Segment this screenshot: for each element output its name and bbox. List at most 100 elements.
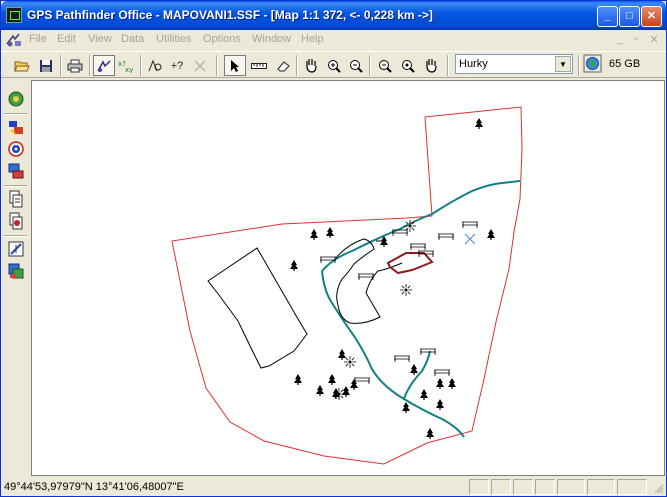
zoom-extent-icon[interactable] bbox=[397, 55, 419, 76]
report-icon[interactable] bbox=[6, 261, 26, 281]
tree-icon bbox=[426, 428, 434, 439]
tree-icon bbox=[326, 227, 334, 238]
mdi-close-button[interactable]: ✕ bbox=[647, 33, 661, 46]
left-toolbar bbox=[1, 81, 30, 476]
status-pane bbox=[469, 479, 489, 495]
select-arrow-icon[interactable] bbox=[224, 55, 246, 76]
tree-icon bbox=[338, 349, 346, 360]
title-bar[interactable]: GPS Pathfinder Office - MAPOVANI1.SSF - … bbox=[1, 1, 666, 30]
status-pane bbox=[535, 479, 555, 495]
close-button[interactable]: ✕ bbox=[641, 6, 662, 27]
eraser-icon[interactable] bbox=[272, 55, 294, 76]
open-icon[interactable] bbox=[11, 55, 33, 76]
pan-hand-alt-icon[interactable] bbox=[421, 55, 443, 76]
menu-bar: File Edit View Data Utilities Options Wi… bbox=[1, 30, 666, 50]
pan-hand-icon[interactable] bbox=[300, 55, 322, 76]
data-transfer-icon[interactable] bbox=[6, 117, 26, 137]
zoom-previous-icon[interactable] bbox=[374, 55, 396, 76]
status-pane bbox=[491, 479, 511, 495]
chevron-down-icon[interactable]: ▼ bbox=[555, 56, 571, 72]
bench-icon bbox=[319, 256, 337, 264]
target-icon[interactable] bbox=[6, 139, 26, 159]
add-point-icon[interactable]: +? bbox=[166, 55, 188, 76]
menu-file[interactable]: File bbox=[29, 33, 47, 45]
document-icon[interactable] bbox=[5, 32, 23, 48]
convert-icon[interactable] bbox=[6, 211, 26, 231]
search-icon[interactable] bbox=[144, 55, 166, 76]
zoom-out-icon[interactable] bbox=[345, 55, 367, 76]
measure-icon[interactable] bbox=[248, 55, 270, 76]
disk-space-label: 65 GB bbox=[609, 58, 641, 70]
bench-icon bbox=[437, 233, 455, 241]
menu-window[interactable]: Window bbox=[252, 33, 291, 45]
status-pane bbox=[513, 479, 533, 495]
layer-dropdown[interactable]: Hurky ▼ bbox=[455, 54, 573, 74]
toolbar-separator bbox=[60, 55, 62, 76]
status-bar: 49°44'53,97979"N 13°41'06,48007"E bbox=[1, 477, 666, 497]
fence-outline bbox=[386, 252, 434, 275]
maximize-button[interactable]: □ bbox=[619, 6, 640, 27]
status-pane bbox=[617, 479, 647, 495]
tree-icon bbox=[410, 364, 418, 375]
status-coordinates: 49°44'53,97979"N 13°41'06,48007"E bbox=[4, 481, 184, 493]
globe-icon[interactable] bbox=[583, 54, 602, 73]
tree-icon bbox=[316, 385, 324, 396]
menu-view[interactable]: View bbox=[88, 33, 112, 45]
feature-properties-icon[interactable]: x? xy bbox=[116, 55, 138, 76]
menu-edit[interactable]: Edit bbox=[57, 33, 76, 45]
toolbar-separator bbox=[369, 55, 371, 76]
mdi-restore-button[interactable]: ▫ bbox=[629, 33, 643, 45]
mdi-minimize-button[interactable]: _ bbox=[613, 33, 627, 45]
left-toolbar-separator bbox=[4, 113, 27, 115]
application-window: GPS Pathfinder Office - MAPOVANI1.SSF - … bbox=[0, 0, 667, 497]
footpath-line bbox=[335, 238, 403, 324]
spring-icon bbox=[399, 283, 413, 297]
svg-text:xy: xy bbox=[125, 66, 133, 73]
map-view[interactable] bbox=[31, 80, 665, 476]
tree-icon bbox=[310, 229, 318, 240]
tree-icon bbox=[475, 118, 483, 129]
menu-help[interactable]: Help bbox=[301, 33, 324, 45]
edit-icon[interactable] bbox=[6, 239, 26, 259]
menu-utilities[interactable]: Utilities bbox=[156, 33, 191, 45]
tree-icon bbox=[420, 389, 428, 400]
minimize-button[interactable]: _ bbox=[597, 6, 618, 27]
export-icon[interactable] bbox=[6, 189, 26, 209]
menu-options[interactable]: Options bbox=[203, 33, 241, 45]
menu-data[interactable]: Data bbox=[121, 33, 144, 45]
tree-icon bbox=[328, 374, 336, 385]
area-boundary bbox=[171, 106, 523, 465]
tree-icon bbox=[294, 374, 302, 385]
save-icon[interactable] bbox=[35, 55, 57, 76]
bench-icon bbox=[409, 243, 427, 251]
bench-icon bbox=[419, 348, 437, 356]
bench-icon bbox=[393, 355, 411, 363]
remove-icon[interactable] bbox=[189, 55, 211, 76]
toolbar-separator bbox=[140, 55, 142, 76]
tree-icon bbox=[487, 229, 495, 240]
status-pane bbox=[557, 479, 585, 495]
status-pane bbox=[587, 479, 615, 495]
tree-icon bbox=[436, 399, 444, 410]
toolbar-separator bbox=[216, 55, 218, 76]
bench-icon bbox=[433, 369, 451, 377]
tree-icon bbox=[436, 378, 444, 389]
toolbar-separator bbox=[296, 55, 298, 76]
resize-grip-icon[interactable] bbox=[653, 483, 664, 494]
stream-line bbox=[321, 180, 521, 438]
import-icon[interactable] bbox=[6, 161, 26, 181]
tree-icon bbox=[342, 386, 350, 397]
tree-icon bbox=[402, 402, 410, 413]
left-toolbar-separator bbox=[4, 235, 27, 237]
map-canvas[interactable] bbox=[32, 81, 664, 475]
toolbar-separator bbox=[89, 55, 91, 76]
print-icon[interactable] bbox=[64, 55, 86, 76]
spring-icon bbox=[332, 387, 346, 401]
toolbar-separator bbox=[447, 55, 449, 76]
project-icon[interactable] bbox=[6, 89, 26, 109]
tree-icon bbox=[448, 378, 456, 389]
zoom-in-icon[interactable] bbox=[323, 55, 345, 76]
layers-icon[interactable] bbox=[93, 55, 115, 76]
bench-icon bbox=[461, 221, 479, 229]
app-icon[interactable] bbox=[6, 7, 22, 23]
